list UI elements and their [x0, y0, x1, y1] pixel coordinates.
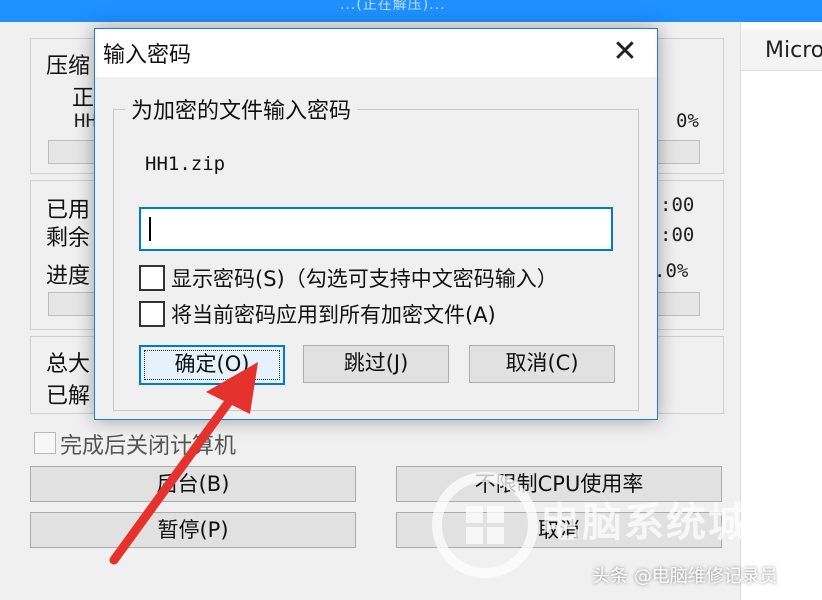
watermark-logo-icon	[432, 472, 538, 578]
watermark-credit: 头条 @电脑维修记录员	[592, 566, 778, 587]
watermark-site-text: 电脑系统城	[540, 500, 750, 546]
